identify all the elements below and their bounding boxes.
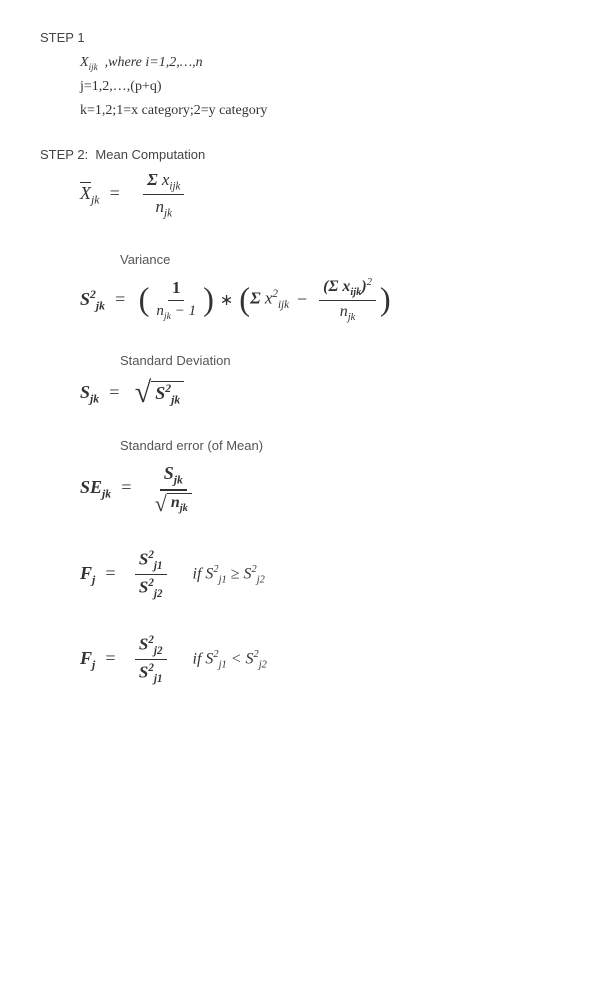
var-paren-close2: ) [380, 284, 391, 316]
se-label: Standard error (of Mean) [120, 438, 558, 453]
f2-condition: if S2j1 < S2j2 [193, 649, 267, 671]
step1-line3: k=1,2;1=x category;2=y category [80, 99, 558, 123]
var-minus: − [297, 289, 307, 310]
mean-fraction: Σ xijk njk [143, 170, 184, 220]
f1-condition: if S2j1 ≥ S2j2 [193, 564, 265, 586]
mean-lhs: Xjk = [80, 183, 125, 207]
var-frac2: (Σ xijk)2 njk [319, 277, 376, 324]
f2-formula-row: Fj = S2j2 S2j1 if S2j1 < S2j2 [80, 634, 558, 685]
variance-label: Variance [120, 252, 558, 267]
var-paren-open2: ( [239, 284, 250, 316]
var-frac1: 1 njk − 1 [152, 278, 200, 322]
f1-formula-row: Fj = S2j1 S2j2 if S2j1 ≥ S2j2 [80, 549, 558, 600]
se-sqrt-n: √ njk [155, 493, 192, 515]
f2-formula-block: Fj = S2j2 S2j1 if S2j1 < S2j2 [80, 634, 558, 685]
f2-fraction: S2j2 S2j1 [135, 634, 167, 685]
step1-line1: Xijk ,where i=1,2,…,n [80, 51, 558, 75]
var-big-paren-close: ) [203, 284, 214, 316]
variance-formula-block: S2jk = ( 1 njk − 1 ) ∗ ( Σ x2ijk − (Σ xi… [80, 277, 558, 324]
se-formula-block: SEjk = Sjk √ njk [80, 463, 558, 515]
se-formula-row: SEjk = Sjk √ njk [80, 463, 558, 515]
sd-formula-block: Sjk = √ S2jk [80, 378, 558, 408]
sd-label: Standard Deviation [120, 353, 558, 368]
f1-formula-block: Fj = S2j1 S2j2 if S2j1 ≥ S2j2 [80, 549, 558, 600]
sd-sqrt: √ S2jk [135, 378, 184, 408]
sd-formula-row: Sjk = √ S2jk [80, 378, 558, 408]
var-times1: ∗ [220, 290, 233, 310]
step2-label: STEP 2: Mean Computation [40, 147, 558, 162]
var-big-paren-open: ( [139, 284, 150, 316]
f1-lhs: Fj = [80, 563, 121, 587]
variance-formula-row: S2jk = ( 1 njk − 1 ) ∗ ( Σ x2ijk − (Σ xi… [80, 277, 558, 324]
mean-formula-block: Xjk = Σ xijk njk [80, 170, 558, 220]
sd-lhs: Sjk = [80, 382, 125, 406]
sqrt-symbol: √ [135, 378, 151, 408]
var-sum-sq: Σ x2ijk [250, 288, 289, 311]
se-lhs: SEjk = [80, 477, 137, 501]
sqrt-content: S2jk [151, 381, 184, 407]
step1-label: STEP 1 [40, 30, 558, 45]
mean-formula-row: Xjk = Σ xijk njk [80, 170, 558, 220]
se-fraction: Sjk √ njk [151, 463, 196, 515]
step1-content: Xijk ,where i=1,2,…,n j=1,2,…,(p+q) k=1,… [80, 51, 558, 123]
var-lhs: S2jk = [80, 288, 131, 313]
f1-fraction: S2j1 S2j2 [135, 549, 167, 600]
step1-line2: j=1,2,…,(p+q) [80, 75, 558, 99]
f2-lhs: Fj = [80, 648, 121, 672]
